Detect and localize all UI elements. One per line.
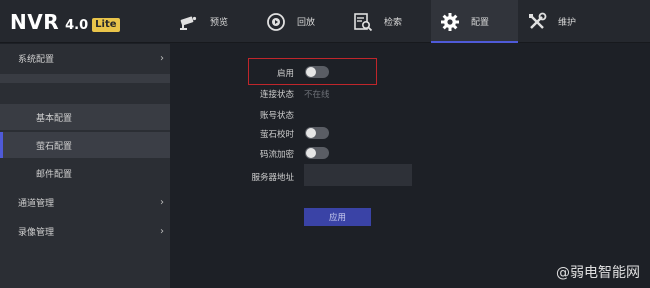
nav-maintenance[interactable]: 维护 [518, 0, 605, 43]
sidebar-item-ezviz-config[interactable]: 萤石配置 [0, 132, 170, 158]
sidebar-item-system-config[interactable]: 系统配置 › [0, 50, 170, 66]
camera-icon [178, 11, 200, 33]
stream-encryption-label: 码流加密 [259, 150, 294, 160]
connection-status-value: 不在线 [304, 90, 330, 100]
playback-icon [265, 11, 287, 33]
watermark: @弱电智能网 [556, 265, 640, 281]
nav-config-label: 配置 [471, 18, 490, 28]
nav-playback[interactable]: 回放 [257, 0, 344, 43]
logo-edition-badge: Lite [92, 18, 120, 32]
sidebar-item-label: 通道管理 [18, 198, 55, 209]
nav-config[interactable]: 配置 [431, 0, 518, 43]
logo-version: 4.0 [65, 18, 89, 33]
main-nav: 预览 回放 检索 配置 维护 [170, 0, 605, 43]
gear-icon [439, 11, 461, 33]
app-window: NVR 4.0 Lite 预览 回放 检索 配置 维护 系统配置 › 基本配置 … [0, 0, 650, 288]
sidebar-item-record-mgmt[interactable]: 录像管理 › [0, 223, 170, 239]
chevron-right-icon: › [160, 52, 164, 64]
toggle-knob [306, 67, 316, 77]
chevron-right-icon: › [160, 225, 164, 237]
nav-search-label: 检索 [384, 18, 403, 28]
nav-preview-label: 预览 [210, 18, 229, 28]
logo-product: NVR [10, 10, 60, 34]
sidebar-item-email-config[interactable]: 邮件配置 [0, 160, 170, 186]
chevron-right-icon: › [160, 196, 164, 208]
sidebar-item-label: 系统配置 [18, 54, 55, 65]
server-address-input[interactable] [304, 164, 412, 186]
enable-toggle[interactable] [305, 66, 329, 78]
nav-playback-label: 回放 [297, 18, 316, 28]
top-bar: NVR 4.0 Lite 预览 回放 检索 配置 维护 [0, 0, 650, 43]
toggle-knob [306, 128, 316, 138]
nav-maintenance-label: 维护 [558, 18, 577, 28]
toggle-knob [306, 148, 316, 158]
ezviz-time-sync-label: 萤石校时 [259, 130, 294, 140]
sidebar-divider-band [0, 74, 170, 83]
sidebar-item-label: 萤石配置 [36, 141, 73, 152]
sidebar-item-label: 录像管理 [18, 227, 55, 238]
apply-button[interactable]: 应用 [304, 208, 371, 226]
search-icon [352, 11, 374, 33]
logo: NVR 4.0 Lite [10, 10, 120, 34]
sidebar-item-label: 基本配置 [36, 113, 73, 124]
nav-preview[interactable]: 预览 [170, 0, 257, 43]
server-address-label: 服务器地址 [251, 173, 294, 183]
main-panel: 启用 连接状态 不在线 账号状态 萤石校时 码流加密 服务器地址 应用 [170, 44, 650, 288]
tools-icon [526, 11, 548, 33]
nav-search[interactable]: 检索 [344, 0, 431, 43]
sidebar-item-basic-config[interactable]: 基本配置 [0, 104, 170, 130]
account-status-label: 账号状态 [259, 111, 294, 121]
sidebar-item-label: 邮件配置 [36, 169, 73, 180]
enable-label: 启用 [276, 69, 294, 79]
sidebar-item-channel-mgmt[interactable]: 通道管理 › [0, 194, 170, 210]
sidebar: 系统配置 › 基本配置 萤石配置 邮件配置 通道管理 › 录像管理 › [0, 44, 170, 288]
connection-status-label: 连接状态 [259, 90, 294, 100]
stream-encryption-toggle[interactable] [305, 147, 329, 159]
ezviz-time-sync-toggle[interactable] [305, 127, 329, 139]
